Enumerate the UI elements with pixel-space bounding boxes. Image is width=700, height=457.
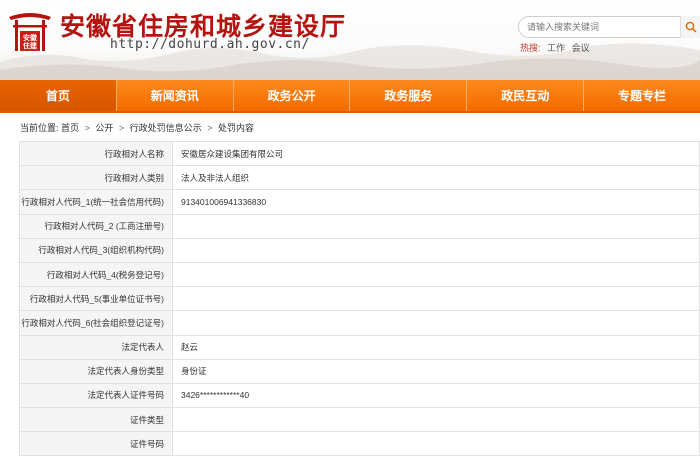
row-value [172,213,700,239]
logo-icon: 安徽 住建 [9,13,51,51]
table-row: 行政相对人名称 安徽居众建设集团有限公司 [19,140,700,167]
breadcrumb-current: 处罚内容 [217,123,254,133]
nav-government-services[interactable]: 政务服务 [350,80,468,111]
search-input[interactable] [527,19,677,35]
table-row: 法定代表人身份类型 身份证 [19,358,700,384]
table-row: 证件类型 [19,407,700,433]
row-label: 行政相对人代码_5(事业单位证书号) [19,286,173,312]
svg-text:安徽: 安徽 [23,33,38,42]
breadcrumb-separator: > [118,123,125,133]
breadcrumb-public[interactable]: 公开 [95,123,113,133]
hot-search-link-1[interactable]: 工作 [547,43,565,53]
breadcrumb-separator: > [207,123,213,133]
row-label: 行政相对人类别 [19,165,173,191]
table-row: 行政相对人代码_5(事业单位证书号) [19,286,700,312]
breadcrumb: 当前位置: 首页 > 公开 > 行政处罚信息公示 > 处罚内容 [20,121,254,134]
row-value: 法人及非法人组织 [172,165,700,191]
row-value: 赵云 [172,334,700,360]
row-value [172,261,700,288]
row-label: 行政相对人代码_6(社会组织登记证号) [19,310,173,336]
row-value [172,407,700,433]
breadcrumb-home[interactable]: 首页 [61,123,79,133]
row-label: 行政相对人代码_3(组织机构代码) [19,237,173,263]
row-value: 安徽居众建设集团有限公司 [172,140,700,167]
row-value [172,431,700,457]
site-logo[interactable]: 安徽 住建 [5,8,55,55]
row-value: 3426************40 [172,382,700,409]
table-row: 行政相对人类别 法人及非法人组织 [19,165,700,191]
main-nav: 首页 新闻资讯 政务公开 政务服务 政民互动 专题专栏 [0,80,700,113]
hot-search-label: 热搜: [520,43,541,53]
row-label: 行政相对人代码_2 (工商注册号) [19,213,173,239]
search-box [518,16,700,38]
table-row: 行政相对人代码_6(社会组织登记证号) [19,310,700,336]
hot-search: 热搜: 工作 会议 [520,41,590,54]
nav-news[interactable]: 新闻资讯 [117,80,234,111]
table-row: 行政相对人代码_1(统一社会信用代码) 913401006941336830 [19,189,700,215]
search-button[interactable] [680,16,700,38]
table-row: 法定代表人 赵云 [19,334,700,360]
row-value: 913401006941336830 [172,189,700,215]
nav-home[interactable]: 首页 [0,80,117,111]
table-row: 证件号码 [19,431,700,457]
hot-search-link-2[interactable]: 会议 [572,43,590,53]
svg-text:住建: 住建 [23,41,38,50]
row-value [172,310,700,336]
breadcrumb-prefix: 当前位置: [20,123,59,133]
nav-government-affairs-public[interactable]: 政务公开 [234,80,351,111]
table-row: 行政相对人代码_2 (工商注册号) [19,213,700,239]
row-label: 法定代表人证件号码 [19,382,173,409]
row-label: 法定代表人 [19,334,173,360]
table-row: 行政相对人代码_3(组织机构代码) [19,237,700,263]
table-row: 行政相对人代码_4(税务登记号) [19,261,700,288]
row-value [172,237,700,263]
row-label: 法定代表人身份类型 [19,358,173,384]
table-row: 法定代表人证件号码 3426************40 [19,382,700,409]
row-value [172,286,700,312]
search-icon [685,21,697,33]
site-url: http://dohurd.ah.gov.cn/ [110,37,310,52]
breadcrumb-separator: > [84,123,90,133]
breadcrumb-penalty-disclosure[interactable]: 行政处罚信息公示 [130,123,202,133]
row-label: 证件类型 [19,407,173,433]
row-label: 行政相对人代码_1(统一社会信用代码) [19,189,173,215]
row-label: 行政相对人代码_4(税务登记号) [19,261,173,288]
penalty-info-table: 行政相对人名称 安徽居众建设集团有限公司 行政相对人类别 法人及非法人组织 行政… [19,140,700,457]
row-value: 身份证 [172,358,700,384]
nav-public-interaction[interactable]: 政民互动 [467,80,585,111]
site-header: 安徽 住建 安徽省住房和城乡建设厅 http://dohurd.ah.gov.c… [0,0,700,80]
row-label: 证件号码 [19,431,173,457]
nav-special-topics[interactable]: 专题专栏 [584,80,700,111]
row-label: 行政相对人名称 [19,140,173,167]
